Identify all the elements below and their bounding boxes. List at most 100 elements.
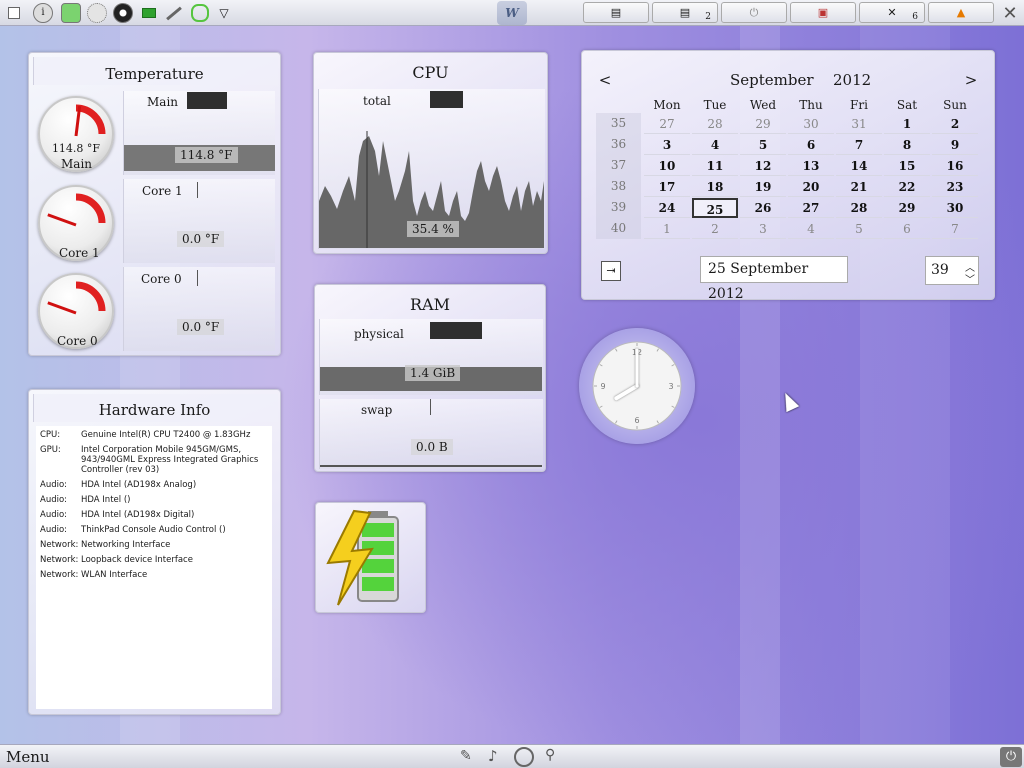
activity-logo-icon[interactable]: W	[497, 1, 527, 25]
battery-widget[interactable]	[315, 502, 426, 613]
calendar-prev-button[interactable]: <	[598, 71, 612, 89]
calendar-day[interactable]: 15	[884, 156, 930, 176]
week-spinbox-value: 39	[931, 262, 949, 278]
mouse-pointer-icon	[778, 389, 800, 413]
calendar-day[interactable]: 10	[644, 156, 690, 176]
calendar-day[interactable]: 30	[788, 114, 834, 134]
temp-core1-value: 0.0 °F	[177, 231, 225, 247]
week-number[interactable]: 37	[596, 158, 641, 172]
network-icon[interactable]	[86, 3, 108, 23]
calendar-day[interactable]: 21	[836, 177, 882, 197]
calendar-day[interactable]: 8	[884, 135, 930, 155]
ram-physical-value: 1.4 GiB	[405, 365, 461, 381]
panel-toggle-icon[interactable]	[6, 3, 22, 23]
lasso-icon[interactable]	[189, 3, 211, 23]
calendar-day[interactable]: 7	[836, 135, 882, 155]
spin-down-icon[interactable]: ﹀	[965, 267, 975, 294]
calendar-day[interactable]: 31	[836, 114, 882, 134]
hardware-value: ThinkPad Console Audio Control ()	[81, 525, 226, 535]
hardware-value: WLAN Interface	[81, 570, 148, 580]
calendar-day[interactable]: 23	[932, 177, 978, 197]
calendar-day[interactable]: 28	[836, 198, 882, 218]
hardware-row: CPU: Genuine Intel(R) CPU T2400 @ 1.83GHz	[40, 430, 268, 440]
calendar-day[interactable]: 20	[788, 177, 834, 197]
hardware-value: Genuine Intel(R) CPU T2400 @ 1.83GHz	[81, 430, 251, 440]
calendar-day[interactable]: 25	[692, 198, 738, 218]
calendar-day[interactable]: 5	[836, 219, 882, 239]
calendar-day[interactable]: 14	[836, 156, 882, 176]
power-icon[interactable]: ⏻	[1000, 747, 1022, 767]
calendar-next-button[interactable]: >	[964, 71, 978, 89]
calendar-day[interactable]: 18	[692, 177, 738, 197]
week-number[interactable]: 39	[596, 200, 641, 214]
week-number[interactable]: 36	[596, 137, 641, 151]
hardware-row: GPU: Intel Corporation Mobile 945GM/GMS, …	[40, 445, 268, 475]
hardware-key: CPU:	[40, 430, 61, 440]
pen-icon[interactable]: ✎	[460, 748, 472, 764]
calendar-day[interactable]: 22	[884, 177, 930, 197]
week-number[interactable]: 35	[596, 116, 641, 130]
calendar-day[interactable]: 12	[740, 156, 786, 176]
calendar-day[interactable]: 2	[692, 219, 738, 239]
calendar-day[interactable]: 19	[740, 177, 786, 197]
calendar-day[interactable]: 26	[740, 198, 786, 218]
calendar-day[interactable]: 5	[740, 135, 786, 155]
calendar-day[interactable]: 3	[740, 219, 786, 239]
hardware-row: Audio: HDA Intel (AD198x Digital)	[40, 510, 268, 520]
calendar-day[interactable]: 3	[644, 135, 690, 155]
close-icon[interactable]: ✕	[1000, 3, 1020, 24]
calendar-day[interactable]: 29	[740, 114, 786, 134]
calendar-today-icon[interactable]: ⇥	[601, 261, 621, 281]
globe-icon[interactable]	[514, 747, 534, 767]
task-button-3[interactable]: ⏻	[721, 2, 787, 23]
weekday-header: Wed	[749, 98, 777, 112]
chevron-down-icon[interactable]: ▽	[216, 3, 232, 23]
calendar-day[interactable]: 27	[788, 198, 834, 218]
calendar-day[interactable]: 13	[788, 156, 834, 176]
calendar-day[interactable]: 27	[644, 114, 690, 134]
week-number[interactable]: 40	[596, 221, 641, 235]
clock-face: 12369	[592, 341, 682, 431]
hardware-value: HDA Intel (AD198x Digital)	[81, 510, 195, 520]
calendar-day[interactable]: 1	[884, 114, 930, 134]
calendar-day[interactable]: 7	[932, 219, 978, 239]
week-spinbox[interactable]: 39 ︿ ﹀	[925, 256, 979, 286]
calendar-day[interactable]: 1	[644, 219, 690, 239]
weekday-header: Sun	[943, 98, 967, 112]
task-button-6[interactable]: ▲	[928, 2, 994, 23]
cpu-widget: CPU total 35.4 %	[313, 52, 548, 254]
search-icon[interactable]: ⚲	[545, 747, 555, 763]
calendar-day[interactable]: 16	[932, 156, 978, 176]
music-note-icon[interactable]: ♪	[488, 747, 498, 765]
calendar-day[interactable]: 9	[932, 135, 978, 155]
calendar-day[interactable]: 2	[932, 114, 978, 134]
calendar-day[interactable]: 28	[692, 114, 738, 134]
analog-clock-widget[interactable]: 12369	[579, 328, 695, 444]
task-button-1[interactable]: ▤	[583, 2, 649, 23]
calendar-day[interactable]: 11	[692, 156, 738, 176]
calendar-year[interactable]: 2012	[833, 71, 871, 89]
disc-icon[interactable]	[112, 3, 134, 23]
task-button-5[interactable]: ✕ 6	[859, 2, 925, 23]
info-icon[interactable]: i	[32, 3, 54, 23]
hardware-key: GPU:	[40, 445, 61, 455]
calendar-day[interactable]: 29	[884, 198, 930, 218]
task-button-2[interactable]: ▤ 2	[652, 2, 718, 23]
task-button-4[interactable]: ▣	[790, 2, 856, 23]
calendar-day[interactable]: 17	[644, 177, 690, 197]
pen-icon[interactable]	[163, 3, 185, 23]
week-number[interactable]: 38	[596, 179, 641, 193]
calendar-day[interactable]: 24	[644, 198, 690, 218]
calendar-day[interactable]: 6	[788, 135, 834, 155]
date-field[interactable]: 25 September 2012	[700, 256, 848, 302]
calendar-day[interactable]: 4	[788, 219, 834, 239]
calendar-month[interactable]: September	[730, 71, 814, 89]
menu-button[interactable]: Menu	[6, 748, 50, 766]
calendar-day[interactable]: 4	[692, 135, 738, 155]
calendar-day[interactable]: 6	[884, 219, 930, 239]
rss-icon[interactable]	[60, 3, 82, 23]
bottom-panel: Menu ✎ ♪ ⚲ ⏻	[0, 744, 1024, 768]
calendar-day[interactable]: 30	[932, 198, 978, 218]
weekday-header: Tue	[703, 98, 727, 112]
battery-status-icon[interactable]	[138, 3, 160, 23]
